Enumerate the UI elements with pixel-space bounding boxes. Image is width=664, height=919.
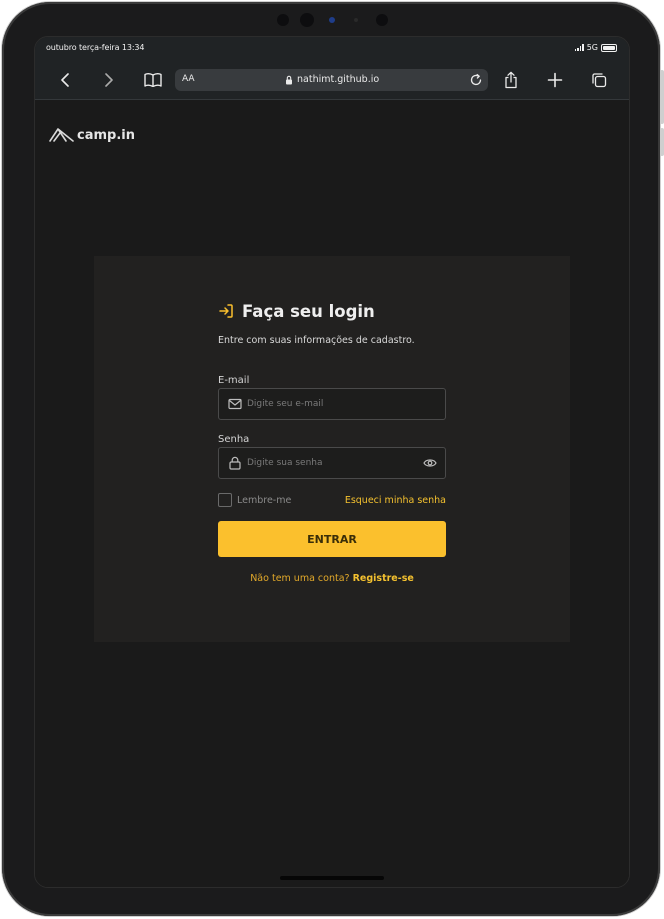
forgot-password-link[interactable]: Esqueci minha senha bbox=[345, 495, 446, 506]
remember-label: Lembre-me bbox=[237, 494, 292, 506]
status-bar: outubro terça-feira 13:34 5G bbox=[35, 37, 629, 61]
remember-me[interactable]: Lembre-me bbox=[218, 493, 291, 507]
reader-aa-button[interactable]: AA bbox=[182, 74, 195, 84]
status-indicators: 5G bbox=[574, 43, 617, 52]
register-prompt: Não tem uma conta? Registre-se bbox=[218, 573, 446, 584]
mail-icon bbox=[228, 398, 242, 410]
battery-icon bbox=[601, 43, 617, 52]
reload-icon[interactable] bbox=[468, 72, 484, 88]
remember-checkbox[interactable] bbox=[218, 493, 232, 507]
web-page: camp.in Faça seu login Entre com suas in… bbox=[35, 100, 629, 887]
eye-icon[interactable] bbox=[423, 457, 437, 469]
email-input[interactable] bbox=[247, 389, 417, 419]
register-link[interactable]: Registre-se bbox=[353, 573, 414, 584]
email-field-wrapper bbox=[218, 388, 446, 420]
login-card: Faça seu login Entre com suas informaçõe… bbox=[94, 256, 570, 642]
sensor-dot bbox=[376, 14, 388, 26]
login-title-text: Faça seu login bbox=[242, 301, 375, 321]
url-text: nathimt.github.io bbox=[297, 74, 380, 85]
password-label: Senha bbox=[218, 434, 250, 445]
login-form: Faça seu login Entre com suas informaçõe… bbox=[218, 300, 446, 584]
submit-button[interactable]: ENTRAR bbox=[218, 521, 446, 557]
forward-icon[interactable] bbox=[98, 69, 120, 91]
email-label: E-mail bbox=[218, 375, 250, 386]
sensor-dot bbox=[277, 14, 289, 26]
camera-lens bbox=[300, 13, 314, 27]
lock-icon bbox=[229, 456, 241, 470]
new-tab-icon[interactable] bbox=[544, 69, 566, 91]
browser-toolbar: AA nathimt.github.io bbox=[35, 61, 629, 100]
screen: outubro terça-feira 13:34 5G AA nathimt.… bbox=[34, 36, 630, 888]
back-icon[interactable] bbox=[54, 69, 76, 91]
network-label: 5G bbox=[586, 43, 598, 52]
login-subtitle: Entre com suas informações de cadastro. bbox=[218, 335, 415, 346]
url-display: nathimt.github.io bbox=[285, 74, 379, 85]
volume-button bbox=[660, 70, 664, 124]
home-indicator[interactable] bbox=[280, 876, 384, 880]
options-row: Lembre-me Esqueci minha senha bbox=[218, 493, 446, 507]
camera-bar bbox=[2, 13, 664, 28]
signal-icon bbox=[574, 44, 584, 51]
status-time: outubro terça-feira 13:34 bbox=[46, 43, 145, 52]
brand-logo[interactable]: camp.in bbox=[49, 127, 135, 143]
volume-button bbox=[660, 128, 664, 156]
bookmarks-icon[interactable] bbox=[142, 69, 164, 91]
sensor-dot bbox=[354, 18, 358, 22]
register-prompt-text: Não tem uma conta? bbox=[250, 573, 350, 584]
share-icon[interactable] bbox=[500, 69, 522, 91]
password-field-wrapper bbox=[218, 447, 446, 479]
lock-icon bbox=[286, 75, 292, 84]
tabs-icon[interactable] bbox=[588, 69, 610, 91]
tent-icon bbox=[49, 128, 74, 142]
address-bar[interactable]: AA nathimt.github.io bbox=[175, 69, 488, 91]
login-title: Faça seu login bbox=[218, 300, 446, 322]
password-input[interactable] bbox=[247, 448, 417, 478]
sign-in-icon bbox=[219, 304, 233, 318]
camera-indicator bbox=[329, 17, 335, 23]
brand-name: camp.in bbox=[77, 127, 135, 143]
